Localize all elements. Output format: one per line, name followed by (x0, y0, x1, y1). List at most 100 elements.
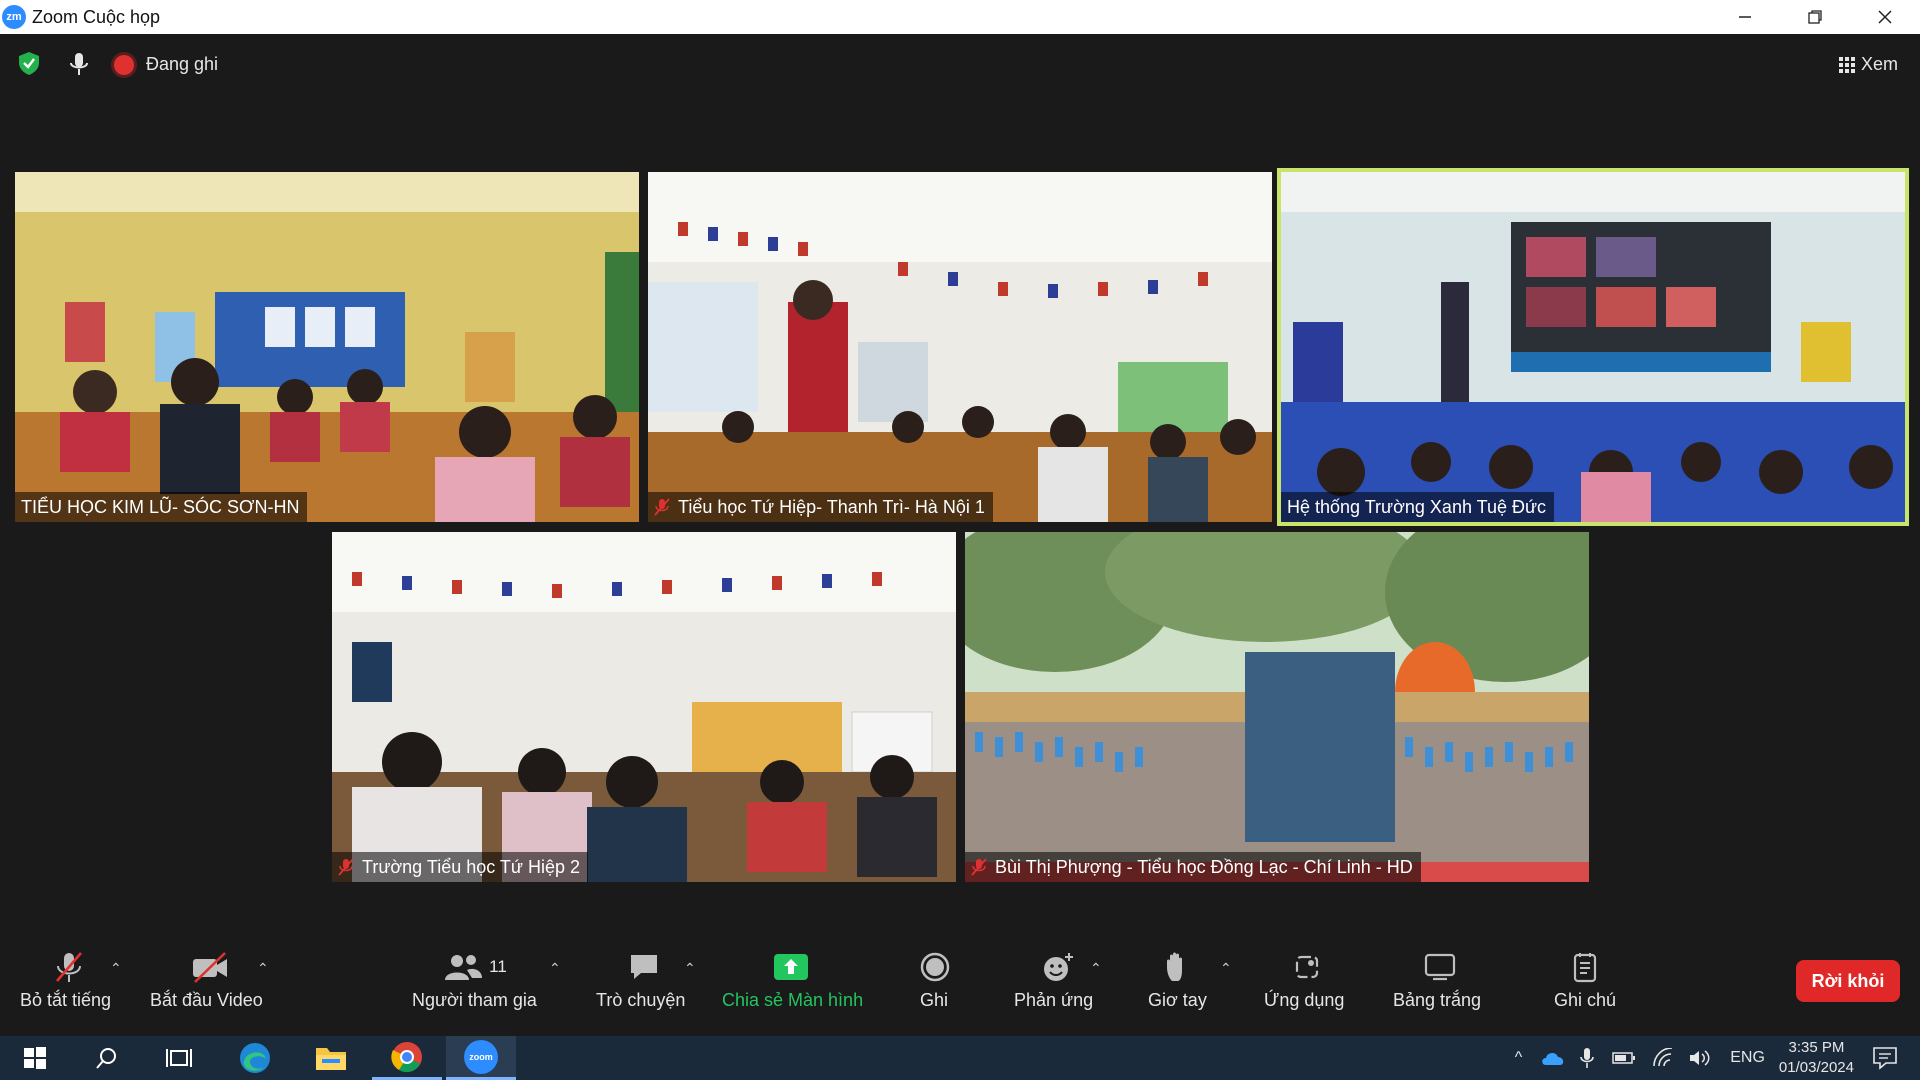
muted-mic-icon (971, 858, 987, 876)
clock[interactable]: 3:35 PM 01/03/2024 (1779, 1038, 1854, 1078)
start-button[interactable] (0, 1036, 70, 1080)
whiteboard-icon (1423, 950, 1457, 984)
participants-icon: 11 (443, 950, 507, 984)
whiteboard-button[interactable]: Bảng trắng (1392, 904, 1488, 1010)
volume-icon[interactable] (1688, 1048, 1712, 1068)
muted-microphone-icon (52, 950, 86, 984)
participant-name-tag: Hệ thống Trường Xanh Tuệ Đức (1281, 492, 1555, 522)
apps-icon (1291, 950, 1323, 984)
raise-hand-button[interactable]: Giơ tay (1148, 904, 1210, 1010)
apps-button[interactable]: Ứng dụng (1262, 904, 1352, 1010)
title-bar: zm Zoom Cuộc họp (0, 0, 1920, 34)
muted-mic-icon (654, 498, 670, 516)
restore-icon (1808, 10, 1822, 24)
unmute-button[interactable]: Bỏ tắt tiếng (14, 904, 124, 1010)
search-button[interactable] (72, 1036, 142, 1080)
grid-view-icon (1838, 56, 1855, 73)
task-view-button[interactable] (144, 1036, 214, 1080)
video-tile-active-speaker[interactable]: Hệ thống Trường Xanh Tuệ Đức (1277, 168, 1909, 526)
record-button[interactable]: Ghi (910, 904, 960, 1010)
reactions-button[interactable]: Phản ứng (1013, 904, 1103, 1010)
participant-name-tag: Trường Tiểu học Tứ Hiệp 2 (332, 852, 588, 882)
window-controls (1710, 0, 1920, 34)
file-explorer-button[interactable] (296, 1036, 366, 1080)
participant-name-tag: Bùi Thị Phượng - Tiểu học Đồng Lạc - Chí… (965, 852, 1421, 882)
edge-browser-button[interactable] (220, 1036, 290, 1080)
record-icon (919, 950, 951, 984)
audio-options-chevron-up-icon[interactable]: ⌃ (110, 960, 122, 977)
close-button[interactable] (1850, 0, 1920, 34)
close-icon (1878, 10, 1892, 24)
video-options-chevron-up-icon[interactable]: ⌃ (257, 960, 269, 977)
meeting-topbar: Đang ghi Xem (0, 34, 1920, 94)
participant-name-tag: TIỂU HỌC KIM LŨ- SÓC SƠN-HN (15, 492, 308, 522)
leave-button[interactable]: Rời khỏi (1796, 960, 1900, 1002)
participant-name: TIỂU HỌC KIM LŨ- SÓC SƠN-HN (21, 496, 300, 517)
chat-button[interactable]: Trò chuyện (594, 904, 694, 1010)
raise-hand-options-chevron-up-icon[interactable]: ⌃ (1220, 960, 1232, 977)
chat-label: Trò chuyện (596, 990, 686, 1010)
raise-hand-label: Giơ tay (1148, 990, 1207, 1010)
minimize-button[interactable] (1710, 0, 1780, 34)
record-label: Ghi (920, 990, 949, 1010)
zoom-app-icon: zoom (464, 1039, 498, 1074)
participant-name-tag: Tiểu học Tứ Hiệp- Thanh Trì- Hà Nội 1 (648, 492, 993, 522)
chat-options-chevron-up-icon[interactable]: ⌃ (684, 960, 696, 977)
video-tile[interactable]: Trường Tiểu học Tứ Hiệp 2 (332, 532, 956, 882)
edge-icon (240, 1043, 270, 1073)
share-screen-icon (772, 950, 810, 984)
reactions-options-chevron-up-icon[interactable]: ⌃ (1090, 960, 1102, 977)
notes-label: Ghi chú (1554, 990, 1617, 1010)
notes-button[interactable]: Ghi chú (1552, 904, 1618, 1010)
notifications-icon[interactable] (1872, 1046, 1898, 1070)
meeting-area: Đang ghi Xem TIỂU HỌC KIM LŨ- SÓC SƠN-HN… (0, 34, 1920, 1036)
windows-logo-icon (24, 1047, 46, 1069)
start-video-label: Bắt đầu Video (150, 990, 263, 1010)
restore-button[interactable] (1780, 0, 1850, 34)
recording-dot-icon (114, 54, 134, 75)
unmute-label: Bỏ tắt tiếng (20, 990, 112, 1010)
notes-icon (1571, 950, 1599, 984)
participant-name: Bùi Thị Phượng - Tiểu học Đồng Lạc - Chí… (995, 856, 1413, 877)
muted-mic-icon (338, 858, 354, 876)
zoom-app-button[interactable]: zoom (446, 1036, 516, 1080)
video-tile[interactable]: Tiểu học Tứ Hiệp- Thanh Trì- Hà Nội 1 (648, 172, 1272, 522)
show-hidden-icons-chevron-up-icon[interactable]: ^ (1515, 1049, 1523, 1067)
chat-bubble-icon (627, 950, 661, 984)
apps-label: Ứng dụng (1264, 990, 1345, 1010)
security-shield-icon[interactable] (16, 50, 42, 76)
view-label: Xem (1860, 54, 1898, 74)
chrome-button[interactable] (372, 1036, 442, 1080)
search-icon (96, 1048, 116, 1069)
participant-name: Hệ thống Trường Xanh Tuệ Đức (1287, 496, 1547, 517)
task-view-icon (166, 1049, 192, 1067)
participants-count: 11 (489, 957, 507, 976)
participants-button[interactable]: 11 Người tham gia (410, 904, 550, 1010)
system-tray: ^ ENG 3:35 PM 01/03/2024 (1515, 1036, 1920, 1080)
video-off-icon (190, 950, 230, 984)
microphone-status-icon[interactable] (66, 50, 92, 78)
clock-date: 01/03/2024 (1778, 1059, 1854, 1076)
share-screen-button[interactable]: Chia sẻ Màn hình (720, 904, 863, 1010)
view-button[interactable]: Xem (1838, 54, 1898, 75)
participant-video (15, 172, 639, 522)
recording-label: Đang ghi (146, 54, 219, 74)
minimize-icon (1739, 16, 1751, 18)
recording-indicator[interactable]: Đang ghi (114, 54, 218, 75)
participant-name: Tiểu học Tứ Hiệp- Thanh Trì- Hà Nội 1 (678, 496, 985, 517)
share-screen-label: Chia sẻ Màn hình (722, 990, 864, 1010)
chrome-icon (391, 1041, 422, 1072)
onedrive-cloud-icon[interactable] (1540, 1049, 1566, 1067)
wifi-icon[interactable] (1652, 1048, 1674, 1068)
input-language[interactable]: ENG (1730, 1049, 1765, 1067)
participant-name: Trường Tiểu học Tứ Hiệp 2 (362, 856, 580, 877)
participants-options-chevron-up-icon[interactable]: ⌃ (549, 960, 561, 977)
video-tile[interactable]: TIỂU HỌC KIM LŨ- SÓC SƠN-HN (15, 172, 639, 522)
video-tile[interactable]: Bùi Thị Phượng - Tiểu học Đồng Lạc - Chí… (965, 532, 1589, 882)
microphone-tray-icon[interactable] (1580, 1047, 1595, 1069)
zoom-logo-icon: zm (2, 5, 26, 29)
zoom-icon-text: zoom (469, 1051, 493, 1062)
start-video-button[interactable]: Bắt đầu Video (150, 904, 270, 1010)
battery-icon[interactable] (1612, 1051, 1636, 1065)
participant-video (332, 532, 956, 882)
